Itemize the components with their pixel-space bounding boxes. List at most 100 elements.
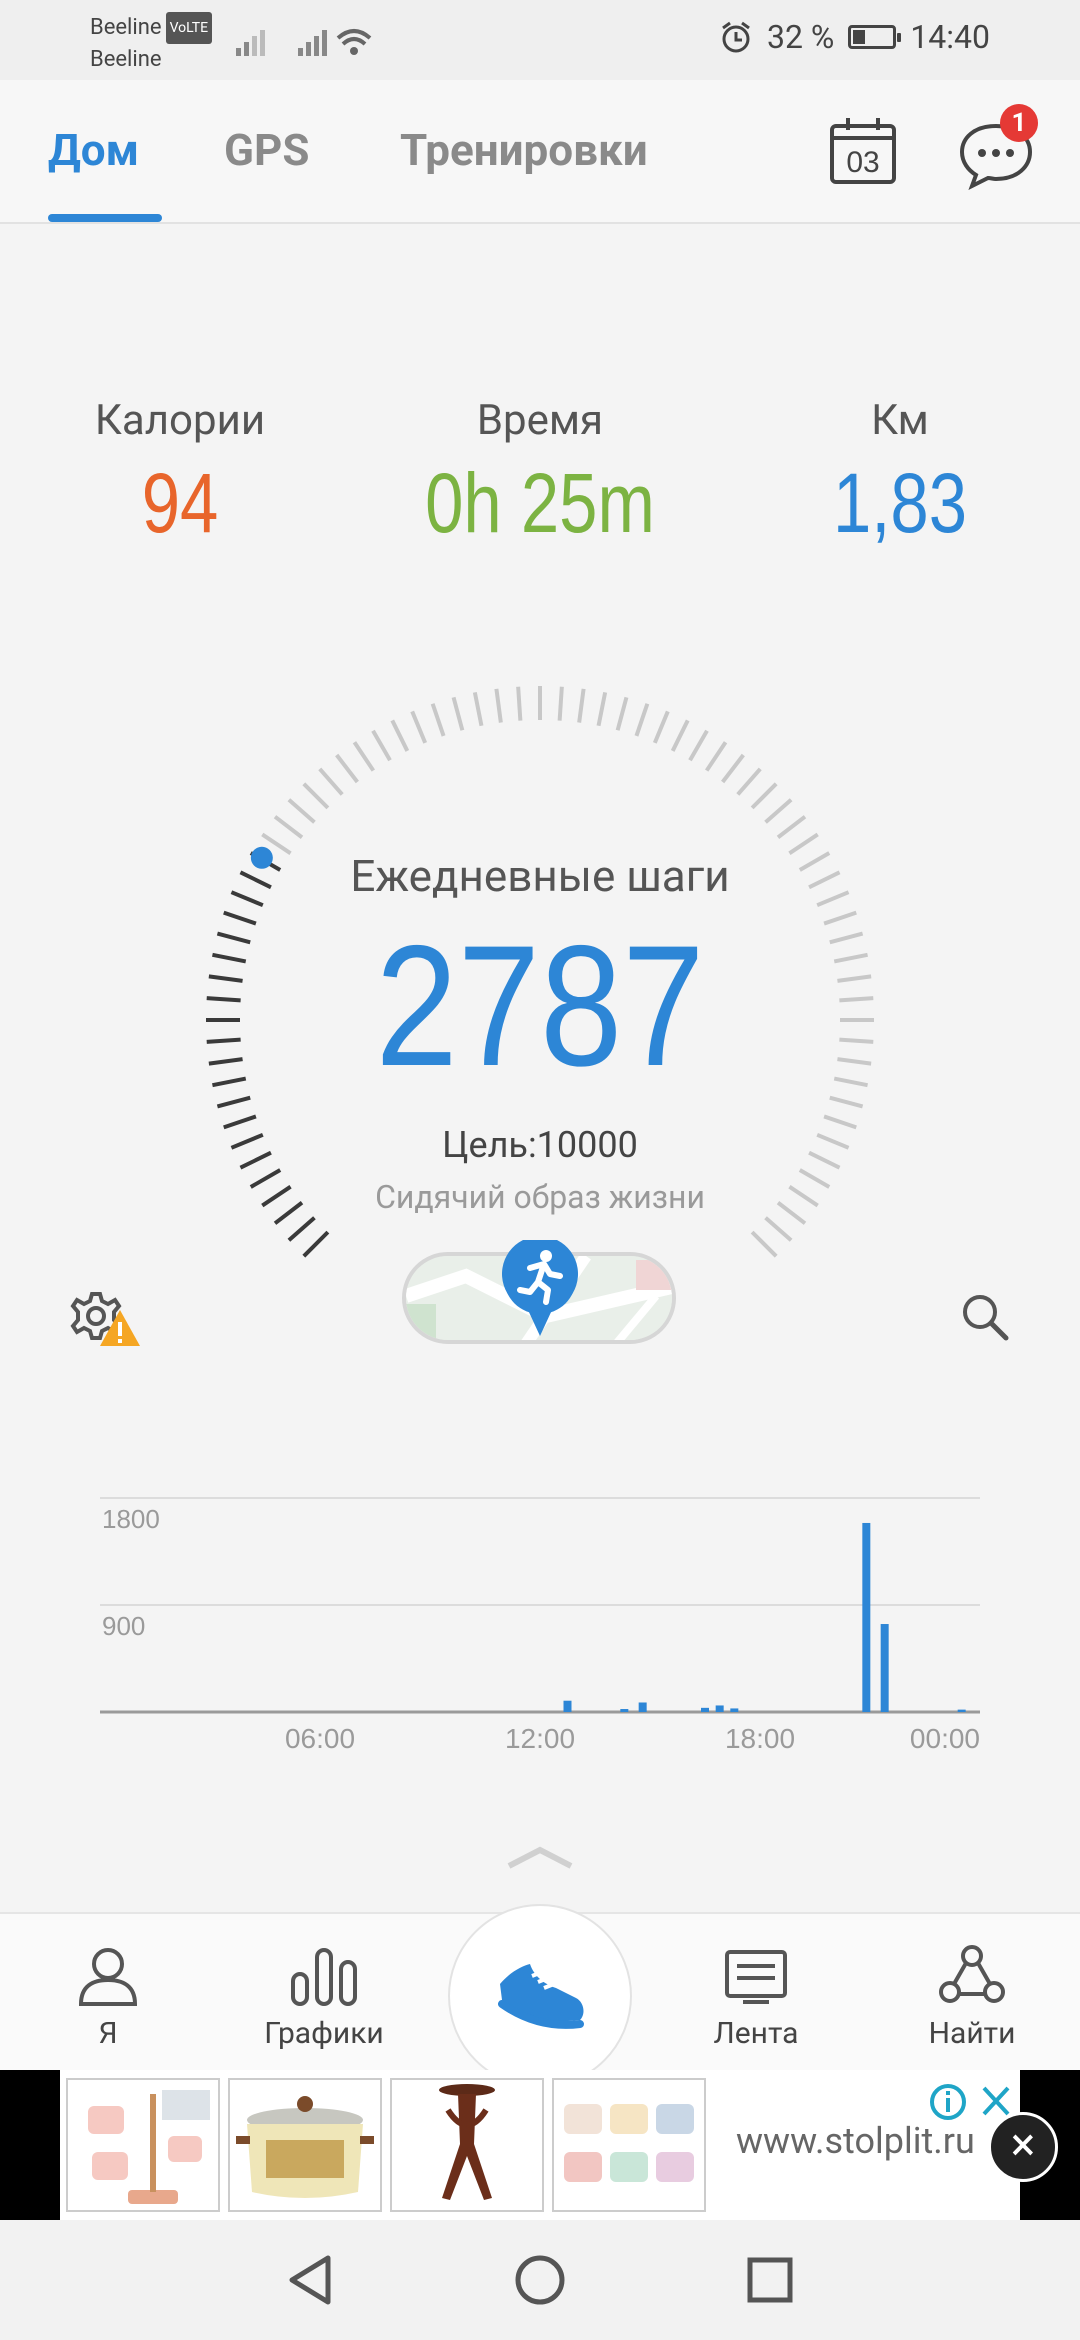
nav-item-charts[interactable]: Графики xyxy=(244,1944,404,2051)
recents-icon[interactable] xyxy=(742,2252,798,2308)
chart-x-tick-label: 00:00 xyxy=(910,1723,980,1754)
ad-image-mug-stand[interactable] xyxy=(66,2078,220,2212)
gauge-tick xyxy=(721,753,745,784)
km-value: 1,83 xyxy=(832,456,968,550)
chart-bar xyxy=(880,1624,889,1712)
gauge-tick xyxy=(318,767,344,796)
gear-warning-icon xyxy=(70,1292,140,1346)
gauge-tick xyxy=(615,696,629,731)
chevron-up-icon[interactable] xyxy=(505,1842,575,1872)
gauge-tick xyxy=(705,741,728,772)
chart-y-tick-label: 900 xyxy=(102,1611,145,1641)
calories-value: 94 xyxy=(141,456,219,550)
gauge-tick xyxy=(371,729,392,762)
gauge-tick xyxy=(736,767,762,796)
chart-x-tick-label: 06:00 xyxy=(285,1723,355,1754)
km-stat: Км 1,83 xyxy=(750,396,1050,552)
ad-left-edge xyxy=(0,2070,60,2220)
gauge-tick xyxy=(596,692,608,727)
calendar-button[interactable]: 03 xyxy=(828,116,898,190)
chart-x-tick-label: 12:00 xyxy=(505,1723,575,1754)
tab-home[interactable]: Дом xyxy=(48,124,139,176)
km-label: Км xyxy=(871,396,929,445)
search-icon xyxy=(963,1295,1009,1341)
gauge-tick xyxy=(750,1230,778,1258)
gauge-tick xyxy=(273,815,304,839)
gauge-tick xyxy=(670,719,690,752)
chart-bar xyxy=(862,1522,871,1712)
active-tab-indicator xyxy=(48,214,162,222)
chart-bar xyxy=(730,1708,739,1712)
volte-badge: VoLTE xyxy=(165,12,213,45)
gauge-tick xyxy=(750,782,778,810)
nav-label-find: Найти xyxy=(928,2016,1016,2051)
ad-banner[interactable]: www.stolplit.ru × xyxy=(0,2070,1080,2220)
feed-icon xyxy=(725,1950,787,2004)
bar-chart-icon xyxy=(291,1948,357,2006)
notification-badge: 1 xyxy=(1000,104,1038,142)
gauge-tick xyxy=(390,719,410,752)
calories-label: Калории xyxy=(94,396,266,445)
ad-close-button[interactable]: × xyxy=(988,2112,1058,2182)
ad-site-url[interactable]: www.stolplit.ru xyxy=(736,2120,975,2162)
running-pin-icon xyxy=(502,1240,578,1336)
gauge-tick xyxy=(494,688,503,723)
gauge-tick xyxy=(430,703,446,737)
nav-label-me: Я xyxy=(98,2016,118,2051)
gauge-tick xyxy=(302,782,330,810)
battery-icon xyxy=(848,25,902,49)
gauge-tick xyxy=(472,692,484,727)
chart-y-tick-label: 1800 xyxy=(102,1504,160,1534)
alarm-icon xyxy=(722,21,750,53)
gauge-tick xyxy=(216,1095,251,1109)
settings-warning-button[interactable] xyxy=(68,1288,142,1354)
ad-image-pot[interactable] xyxy=(228,2078,382,2212)
nav-label-feed: Лента xyxy=(713,2016,799,2051)
carrier-2: Beeline xyxy=(90,47,162,73)
top-tab-bar: Дом GPS Тренировки 03 xyxy=(0,80,1080,224)
hourly-steps-chart: 1800 900 06:00 12:00 18:00 00:00 xyxy=(100,1497,980,1754)
gauge-tick xyxy=(557,686,564,721)
gauge-tick xyxy=(302,1230,330,1258)
gauge-tick xyxy=(688,729,709,762)
ad-image-table[interactable] xyxy=(390,2078,544,2212)
nav-item-feed[interactable]: Лента xyxy=(676,1944,836,2051)
status-bar: Beeline VoLTE Beeline 32 % 14:40 xyxy=(0,0,1080,80)
gauge-tick xyxy=(410,710,428,744)
nav-item-me[interactable]: Я xyxy=(28,1944,188,2051)
chart-bar xyxy=(638,1702,647,1712)
gauge-tick xyxy=(829,1095,864,1109)
search-button[interactable] xyxy=(960,1292,1012,1348)
ad-image-cups[interactable] xyxy=(552,2078,706,2212)
ad-choices-icon[interactable] xyxy=(928,2082,1016,2122)
nav-label-charts: Графики xyxy=(264,2016,384,2051)
chart-bar xyxy=(957,1709,966,1712)
gauge-tick xyxy=(335,753,359,784)
person-icon xyxy=(78,1948,138,2006)
gauge-tick xyxy=(287,798,316,824)
tab-workouts[interactable]: Тренировки xyxy=(400,124,648,176)
daily-steps-value: 2787 xyxy=(375,910,705,1102)
gauge-tick xyxy=(577,688,586,723)
clock: 14:40 xyxy=(910,18,990,56)
battery-percent: 32 % xyxy=(766,18,835,56)
tab-gps[interactable]: GPS xyxy=(224,124,309,176)
gauge-tick xyxy=(634,703,650,737)
chart-bar xyxy=(620,1709,629,1712)
gauge-tick xyxy=(652,710,670,744)
home-icon[interactable] xyxy=(512,2252,568,2308)
time-value: 0h 25m xyxy=(425,456,655,550)
back-icon[interactable] xyxy=(282,2252,338,2308)
gauge-tick xyxy=(776,815,807,839)
carrier-info: Beeline VoLTE Beeline xyxy=(90,12,213,76)
chart-bar xyxy=(715,1705,724,1712)
steps-fab-button[interactable] xyxy=(448,1904,632,2088)
calendar-icon: 03 xyxy=(830,118,896,184)
chart-x-tick-label: 18:00 xyxy=(725,1723,795,1754)
chart-bar xyxy=(701,1707,709,1712)
calendar-day: 03 xyxy=(846,146,879,179)
find-icon xyxy=(939,1945,1005,2003)
nav-item-find[interactable]: Найти xyxy=(892,1944,1052,2051)
carrier-1: Beeline xyxy=(90,15,162,40)
time-label: Время xyxy=(476,396,604,445)
